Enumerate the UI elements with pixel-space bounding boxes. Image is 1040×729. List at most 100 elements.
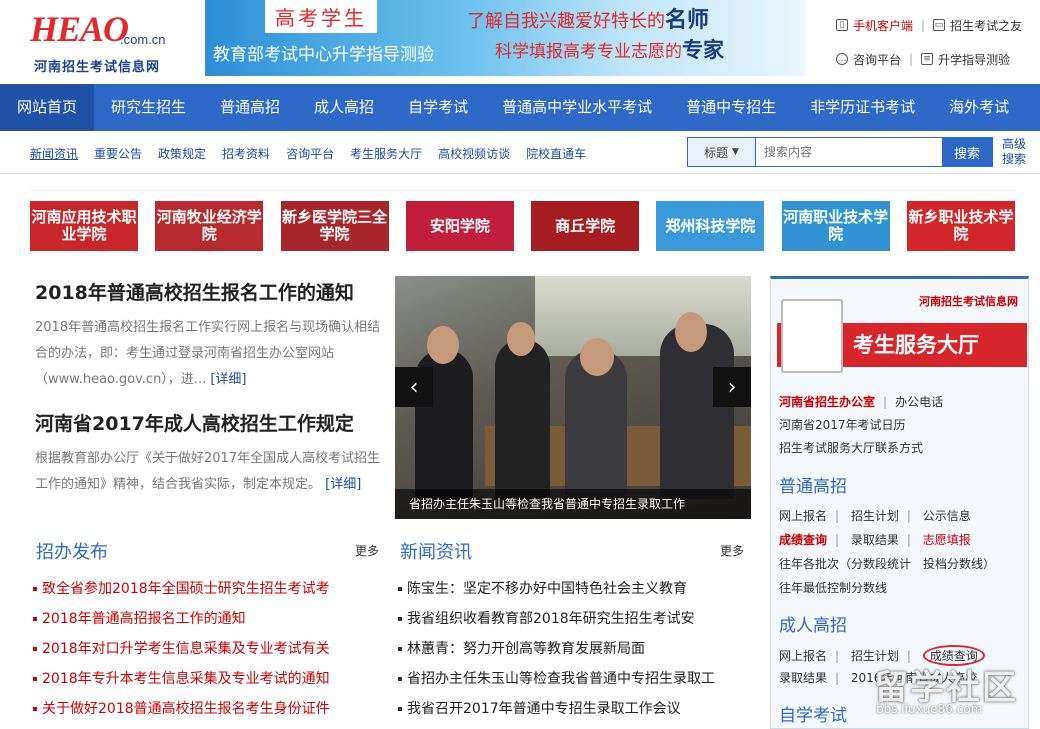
list-item[interactable]: 致全省参加2018年全国硕士研究生招生考试考 <box>33 574 383 604</box>
computer-monitor-icon <box>781 299 843 373</box>
phone-icon: ▯ <box>836 19 848 31</box>
consult-platform-link[interactable]: 咨询平台 <box>853 51 901 68</box>
carousel-prev-button[interactable]: ‹ <box>395 367 433 407</box>
nav-item-adult-admission[interactable]: 成人高招 <box>297 84 391 131</box>
watermark: 留学社区 bbs.liuxue86.com <box>868 660 1038 725</box>
news-list: 陈宝生：坚定不移办好中国特色社会主义教育 我省组织收看教育部2018年研究生招生… <box>398 574 753 724</box>
nav-item-self-study[interactable]: 自学考试 <box>391 84 485 131</box>
school-ad-2[interactable]: 新乡医学院三全学院 <box>280 201 389 251</box>
nav-item-certificate[interactable]: 非学历证书考试 <box>793 84 932 131</box>
exam-friend-link[interactable]: 招生考试之友 <box>950 17 1022 34</box>
lead-article-more-link[interactable]: [详细] <box>210 372 246 387</box>
lead-article-title[interactable]: 河南省2017年成人高校招生工作规定 <box>35 409 387 436</box>
service-site-name: 河南招生考试信息网 <box>919 295 1018 308</box>
watermark-url: bbs.liuxue86.com <box>876 702 983 716</box>
zhaoban-more-link[interactable]: 更多 <box>355 542 379 559</box>
general-row-2: 成绩查询 | 录取结果 | 志愿填报 <box>779 533 971 547</box>
general-row-1: 网上报名 | 招生计划 | 公示信息 <box>779 509 971 523</box>
photo-carousel[interactable]: ‹ › 省招办主任朱玉山等检查我省普通中专招生录取工作 <box>395 276 751 519</box>
school-ad-5[interactable]: 郑州科技学院 <box>656 201 765 251</box>
nav-item-vocational[interactable]: 普通中专招生 <box>669 84 793 131</box>
subnav-service-hall[interactable]: 考生服务大厅 <box>350 145 422 162</box>
general-score-query[interactable]: 成绩查询 <box>779 533 827 547</box>
general-admission-result[interactable]: 录取结果 <box>851 533 899 547</box>
category-self-study: 自学考试 <box>779 706 847 726</box>
chevron-down-icon: ▼ <box>731 147 739 157</box>
banner-line1: 了解自我兴趣爱好特长的名师 <box>467 8 710 33</box>
news-more-link[interactable]: 更多 <box>720 542 744 559</box>
list-item[interactable]: 2018年普通高招报名工作的通知 <box>33 604 383 634</box>
list-item[interactable]: 我省组织收看教育部2018年研究生招生考试安 <box>398 604 753 634</box>
subnav-video-interview[interactable]: 高校视频访谈 <box>438 145 510 162</box>
nav-item-graduate[interactable]: 研究生招生 <box>94 84 203 131</box>
general-online-register[interactable]: 网上报名 <box>779 509 827 523</box>
zhaoban-list: 致全省参加2018年全国硕士研究生招生考试考 2018年普通高招报名工作的通知 … <box>33 574 383 724</box>
document-icon: ≡ <box>921 53 934 65</box>
subnav-materials[interactable]: 招考资料 <box>222 145 270 162</box>
lead-article-summary: 2018年普通高校招生报名工作实行网上报名与现场确认相结合的办法，即：考生通过登… <box>35 320 381 387</box>
lead-article-more-link[interactable]: [详细] <box>325 477 361 492</box>
book-icon: ▭ <box>933 19 946 31</box>
search-button[interactable]: 搜索 <box>942 138 992 166</box>
logo-domain: .com.cn <box>120 32 166 47</box>
general-enroll-plan[interactable]: 招生计划 <box>851 509 899 523</box>
carousel-caption[interactable]: 省招办主任朱玉山等检查我省普通中专招生录取工作 <box>395 489 751 519</box>
list-item[interactable]: 陈宝生：坚定不移办好中国特色社会主义教育 <box>398 574 753 604</box>
lead-article-1: 2018年普通高校招生报名工作的通知 2018年普通高校招生报名工作实行网上报名… <box>35 278 387 393</box>
mobile-client-link[interactable]: 手机客户端 <box>853 17 913 34</box>
list-item[interactable]: 省招办主任朱玉山等检查我省普通中专招生录取工 <box>398 664 753 694</box>
carousel-photo-face <box>675 312 707 352</box>
school-ad-0[interactable]: 河南应用技术职业学院 <box>30 201 138 251</box>
carousel-photo-face <box>507 322 535 356</box>
general-min-score-link[interactable]: 往年最低控制分数线 <box>779 579 887 596</box>
subnav-news[interactable]: 新闻资讯 <box>30 145 78 162</box>
chat-icon: … <box>836 53 848 65</box>
list-item[interactable]: 我省召开2017年普通中专招生录取工作会议 <box>398 694 753 724</box>
advanced-search-link[interactable]: 高级搜索 <box>1002 137 1032 167</box>
site-logo[interactable]: HEAO .com.cn 河南招生考试信息网 <box>30 8 180 76</box>
list-item[interactable]: 2018年专升本考生信息采集及专业考试的通知 <box>33 664 383 694</box>
sub-nav: 新闻资讯 重要公告 政策规定 招考资料 咨询平台 考生服务大厅 高校视频访谈 院… <box>30 145 602 162</box>
general-application-fill[interactable]: 志愿填报 <box>923 533 971 547</box>
school-ad-6[interactable]: 河南职业技术学院 <box>781 201 890 251</box>
school-ad-7[interactable]: 新乡职业技术学院 <box>906 201 1015 251</box>
search-bar: 标题 ▼ 搜索 <box>687 137 993 167</box>
list-item[interactable]: 2018年对口升学考生信息采集及专业考试有关 <box>33 634 383 664</box>
school-ad-4[interactable]: 商丘学院 <box>531 201 640 251</box>
lead-article-title[interactable]: 2018年普通高校招生报名工作的通知 <box>35 278 387 305</box>
service-office-row: 河南省招生办公室 | 办公电话 <box>779 395 944 409</box>
guidance-test-link[interactable]: 升学指导测验 <box>938 51 1010 68</box>
search-scope-select[interactable]: 标题 ▼ <box>688 138 756 166</box>
office-link[interactable]: 河南省招生办公室 <box>779 395 875 409</box>
list-item[interactable]: 林蕙青：努力开创高等教育发展新局面 <box>398 634 753 664</box>
nav-item-academic-proficiency[interactable]: 普通高中学业水平考试 <box>485 84 669 131</box>
main-nav: 网站首页 研究生招生 普通高招 成人高招 自学考试 普通高中学业水平考试 普通中… <box>0 84 1040 131</box>
top-links: ▯ 手机客户端 | ▭ 招生考试之友 … 咨询平台 | ≡ 升学指导测验 <box>836 17 1023 68</box>
general-past-batches-link[interactable]: 往年各批次（分数段统计 投档分数线） <box>779 555 995 572</box>
school-ad-1[interactable]: 河南牧业经济学院 <box>155 201 264 251</box>
subnav-consult[interactable]: 咨询平台 <box>286 145 334 162</box>
nav-item-general-admission[interactable]: 普通高招 <box>203 84 297 131</box>
exam-calendar-link[interactable]: 河南省2017年考试日历 <box>779 416 906 433</box>
top-banner-ad[interactable]: 高考学生 了解自我兴趣爱好特长的名师 科学填报高考专业志愿的专家 教育部考试中心… <box>205 0 805 76</box>
carousel-next-button[interactable]: › <box>713 367 751 407</box>
banner-tag: 高考学生 <box>265 0 377 33</box>
adult-online-register[interactable]: 网上报名 <box>779 649 827 663</box>
general-public-info[interactable]: 公示信息 <box>923 509 971 523</box>
nav-item-overseas[interactable]: 海外考试 <box>932 84 1026 131</box>
search-input[interactable] <box>756 138 942 166</box>
list-item[interactable]: 关于做好2018普通高校招生报名考生身份证件 <box>33 694 383 724</box>
lead-article-summary: 根据教育部办公厅《关于做好2017年全国成人高校考试招生工作的通知》精神，结合我… <box>35 451 381 492</box>
service-contact-link[interactable]: 招生考试服务大厅联系方式 <box>779 439 923 456</box>
banner-subtitle: 教育部考试中心升学指导测验 <box>213 45 434 65</box>
carousel-photo-face <box>427 326 459 364</box>
office-phone-link[interactable]: 办公电话 <box>895 395 943 409</box>
nav-item-home[interactable]: 网站首页 <box>0 84 95 131</box>
adult-admission-result[interactable]: 录取结果 <box>779 671 827 685</box>
subnav-college-direct[interactable]: 院校直通车 <box>526 145 586 162</box>
logo-name: 河南招生考试信息网 <box>34 60 161 75</box>
subnav-notices[interactable]: 重要公告 <box>94 145 142 162</box>
section-title-zhaoban: 招办发布 <box>36 542 108 563</box>
subnav-policy[interactable]: 政策规定 <box>158 145 206 162</box>
school-ad-3[interactable]: 安阳学院 <box>405 201 514 251</box>
